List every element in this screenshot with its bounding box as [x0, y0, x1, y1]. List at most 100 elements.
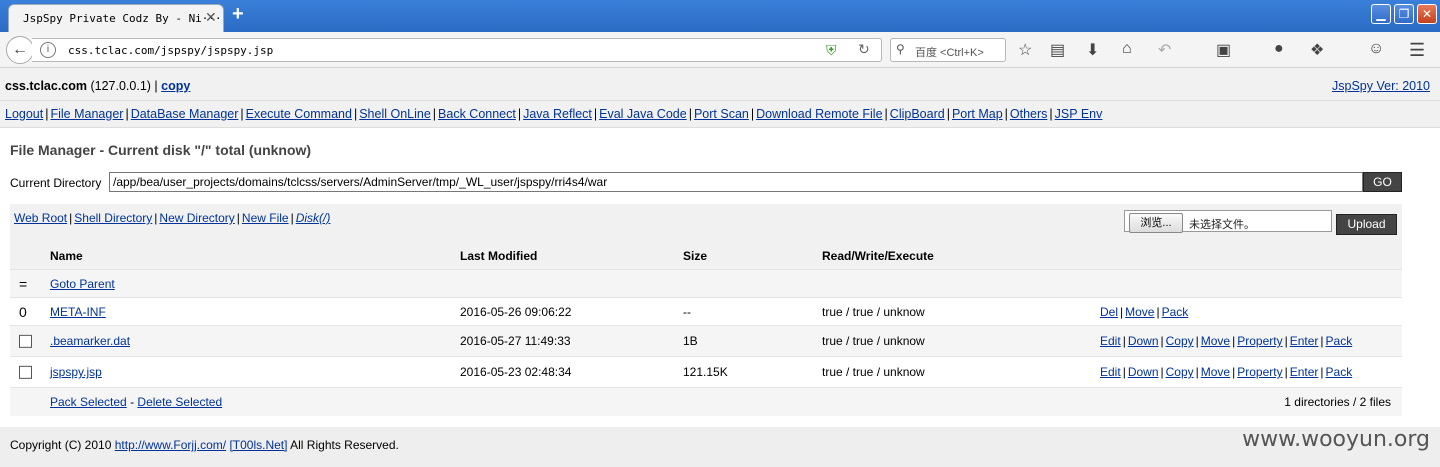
new-directory-link[interactable]: New Directory [159, 211, 234, 225]
bulk-actions: Pack Selected - Delete Selected [50, 395, 222, 409]
host-ip: (127.0.0.1) | [90, 79, 158, 93]
down-link[interactable]: Down [1128, 334, 1159, 348]
copy-link[interactable]: Copy [1166, 365, 1194, 379]
menu-logout[interactable]: Logout [5, 107, 43, 121]
maximize-button[interactable]: ❐ [1394, 4, 1414, 24]
crop-icon[interactable]: ▣ [1216, 40, 1231, 60]
t00ls-link[interactable]: [T00ls.Net] [229, 438, 287, 452]
copy-link[interactable]: copy [161, 79, 190, 93]
goto-parent-link[interactable]: Goto Parent [50, 277, 115, 291]
row-checkbox[interactable] [19, 365, 32, 380]
menu-port-scan[interactable]: Port Scan [694, 107, 749, 121]
home-icon[interactable]: ⌂ [1122, 40, 1132, 58]
tab-close-icon[interactable]: ✕ [205, 9, 217, 26]
version-link[interactable]: JspSpy Ver: 2010 [1332, 79, 1430, 93]
search-icon: ⚲ [896, 42, 905, 56]
file-name-link[interactable]: jspspy.jsp [50, 365, 102, 379]
go-button[interactable]: GO [1363, 172, 1402, 192]
star-icon[interactable]: ☆ [1018, 40, 1032, 60]
disk-link[interactable]: Disk(/) [296, 211, 331, 225]
menu-eval-java-code[interactable]: Eval Java Code [599, 107, 687, 121]
forjj-link[interactable]: http://www.Forjj.com/ [115, 438, 226, 452]
nav-bar: ← i css.tclac.com/jspspy/jspspy.jsp ⛨ ↻ … [0, 32, 1440, 68]
file-size: -- [683, 304, 691, 319]
copyright-text: Copyright (C) 2010 [10, 438, 112, 452]
col-last-modified: Last Modified [460, 248, 538, 263]
new-file-link[interactable]: New File [242, 211, 289, 225]
del-link[interactable]: Del [1100, 305, 1118, 319]
back-button[interactable]: ← [6, 36, 34, 64]
table-header: Name Last Modified Size Read/Write/Execu… [10, 242, 1402, 270]
upload-button[interactable]: Upload [1336, 214, 1397, 235]
title-bar: JspSpy Private Codz By - Ni··· ✕ + ▁ ❐ ✕ [0, 0, 1440, 32]
menu-port-map[interactable]: Port Map [952, 107, 1003, 121]
tab-title: JspSpy Private Codz By - Ni··· [23, 12, 222, 25]
property-link[interactable]: Property [1237, 334, 1282, 348]
menu-icon[interactable]: ☰ [1409, 40, 1425, 61]
copy-link[interactable]: Copy [1166, 334, 1194, 348]
clipboard-icon[interactable]: ▤ [1050, 40, 1065, 60]
shell-directory-link[interactable]: Shell Directory [74, 211, 152, 225]
row-actions: Edit | Down | Copy | Move | Property | Enter | Pack [1100, 365, 1353, 379]
pack-selected-link[interactable]: Pack Selected [50, 395, 127, 409]
menu-others[interactable]: Others [1010, 107, 1048, 121]
menu-back-connect[interactable]: Back Connect [438, 107, 516, 121]
permissions: true / true / unknow [822, 304, 925, 319]
file-name-link[interactable]: META-INF [50, 305, 106, 319]
url-text[interactable]: css.tclac.com/jspspy/jspspy.jsp [68, 44, 273, 57]
current-directory-label: Current Directory [10, 176, 102, 190]
shield-icon[interactable]: ⛨ [826, 42, 837, 59]
table-row: jspspy.jsp 2016-05-23 02:48:34 121.15K t… [10, 357, 1402, 388]
file-count: 1 directories / 2 files [1284, 395, 1391, 409]
browse-button[interactable]: 浏览... [1129, 213, 1183, 233]
chat-icon[interactable]: ● [1274, 40, 1284, 58]
main-menu: Logout | File Manager | DataBase Manager | Exe… [0, 101, 1440, 128]
last-modified: 2016-05-23 02:48:34 [460, 365, 572, 379]
down-link[interactable]: Down [1128, 365, 1159, 379]
watermark: www.wooyun.org [1242, 427, 1430, 452]
close-window-button[interactable]: ✕ [1417, 4, 1437, 24]
url-bar[interactable]: i css.tclac.com/jspspy/jspspy.jsp ⛨ ↻ [32, 38, 882, 62]
move-link[interactable]: Move [1201, 365, 1230, 379]
pack-link[interactable]: Pack [1162, 305, 1189, 319]
edit-link[interactable]: Edit [1100, 365, 1121, 379]
menu-download-remote-file[interactable]: Download Remote File [756, 107, 882, 121]
new-tab-button[interactable]: + [232, 3, 244, 26]
undo-icon[interactable]: ↶ [1158, 40, 1171, 60]
emoji-icon[interactable]: ☺ [1368, 40, 1384, 58]
current-directory-input[interactable] [109, 172, 1363, 192]
dash-separator: - [130, 395, 135, 409]
host-info: css.tclac.com (127.0.0.1) | copy [5, 79, 190, 93]
menu-clipboard[interactable]: ClipBoard [890, 107, 945, 121]
dir-marker: 0 [19, 303, 27, 320]
web-root-link[interactable]: Web Root [14, 211, 67, 225]
file-name-link[interactable]: .beamarker.dat [50, 334, 130, 348]
pack-link[interactable]: Pack [1326, 334, 1353, 348]
download-icon[interactable]: ⬇ [1086, 40, 1099, 60]
move-link[interactable]: Move [1125, 305, 1154, 319]
menu-execute-command[interactable]: Execute Command [246, 107, 352, 121]
file-upload-input[interactable]: 浏览... 未选择文件。 [1124, 210, 1332, 233]
edit-link[interactable]: Edit [1100, 334, 1121, 348]
delete-selected-link[interactable]: Delete Selected [137, 395, 222, 409]
menu-file-manager[interactable]: File Manager [50, 107, 123, 121]
menu-database-manager[interactable]: DataBase Manager [131, 107, 239, 121]
enter-link[interactable]: Enter [1290, 334, 1319, 348]
file-size: 1B [683, 334, 698, 348]
table-row: 0 META-INF 2016-05-26 09:06:22 -- true /… [10, 298, 1402, 326]
search-input[interactable]: ⚲ 百度 <Ctrl+K> [890, 38, 1006, 62]
file-table: Name Last Modified Size Read/Write/Execu… [10, 242, 1402, 416]
menu-java-reflect[interactable]: Java Reflect [523, 107, 592, 121]
enter-link[interactable]: Enter [1290, 365, 1319, 379]
menu-shell-online[interactable]: Shell OnLine [359, 107, 431, 121]
row-checkbox[interactable] [19, 334, 32, 349]
plugin-icon[interactable]: ❖ [1310, 40, 1324, 60]
info-icon[interactable]: i [40, 42, 56, 58]
move-link[interactable]: Move [1201, 334, 1230, 348]
minimize-button[interactable]: ▁ [1371, 4, 1391, 24]
menu-jsp-env[interactable]: JSP Env [1055, 107, 1103, 121]
browser-tab[interactable]: JspSpy Private Codz By - Ni··· ✕ [8, 4, 224, 32]
property-link[interactable]: Property [1237, 365, 1282, 379]
reload-icon[interactable]: ↻ [858, 41, 870, 58]
pack-link[interactable]: Pack [1326, 365, 1353, 379]
